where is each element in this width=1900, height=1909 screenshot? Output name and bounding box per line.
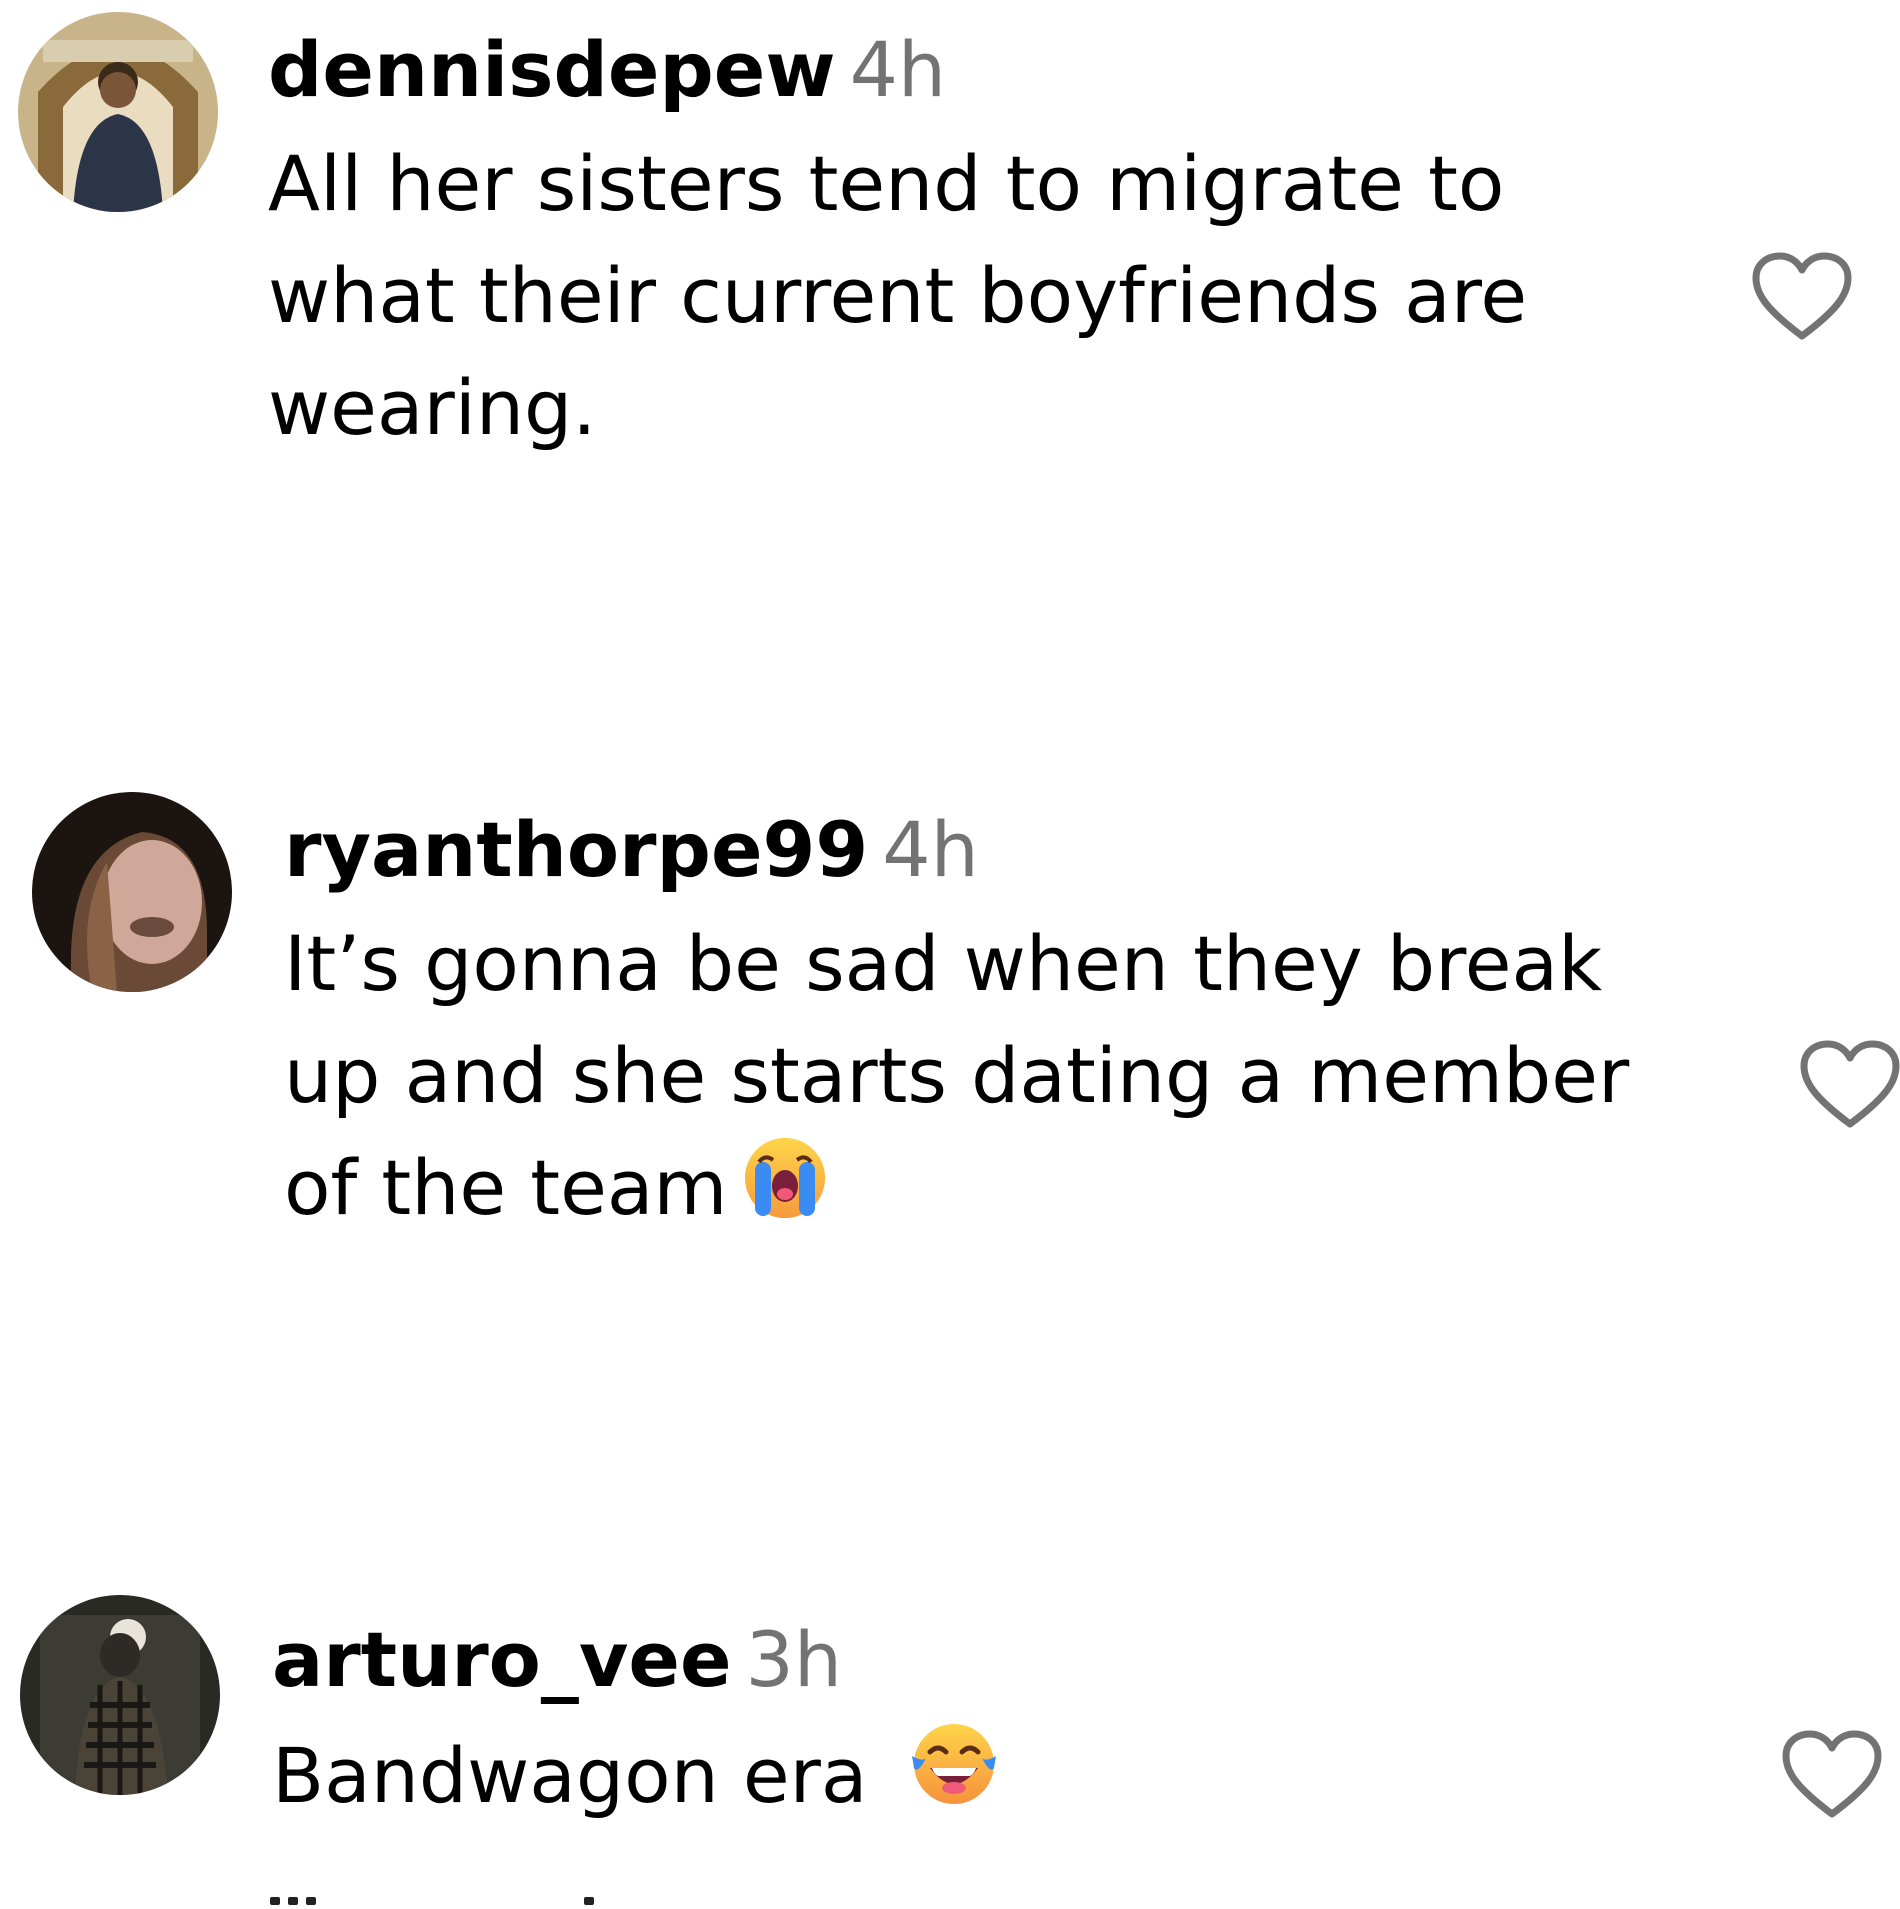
heart-outline-icon: [1752, 252, 1852, 340]
comment-header: dennisdepew 4h: [268, 20, 1527, 120]
avatar-image: [20, 1595, 220, 1795]
username-link[interactable]: ryanthorpe99: [284, 805, 868, 894]
heart-outline-icon: [1800, 1040, 1900, 1128]
comment-header: ryanthorpe99 4h: [284, 800, 1629, 900]
avatar-image: [32, 792, 232, 992]
comment-text-content: All her sisters tend to migrate to what …: [268, 139, 1528, 452]
timestamp[interactable]: 4h: [882, 805, 979, 894]
username-link[interactable]: dennisdepew: [268, 25, 836, 114]
timestamp[interactable]: 4h: [850, 25, 947, 114]
comment-body: dennisdepew 4h All her sisters tend to mi…: [268, 20, 1527, 464]
avatar[interactable]: [18, 12, 218, 212]
heart-outline-icon: [1782, 1730, 1882, 1818]
like-button[interactable]: [1782, 1730, 1882, 1820]
avatar[interactable]: [32, 792, 232, 992]
next-comment-peek: [270, 1890, 870, 1905]
comment-text: All her sisters tend to migrate to what …: [268, 128, 1527, 464]
like-button[interactable]: [1800, 1040, 1900, 1130]
face-with-tears-of-joy-icon: [908, 1718, 1000, 1840]
comment-text-content: It’s gonna be sad when they break up and…: [284, 919, 1630, 1232]
username-link[interactable]: arturo_vee: [272, 1615, 732, 1704]
comment-body: arturo_vee 3h Bandwagon era: [272, 1610, 1000, 1840]
comment-text: Bandwagon era: [272, 1718, 1000, 1840]
comment-text: It’s gonna be sad when they break up and…: [284, 908, 1629, 1252]
loudly-crying-face-icon: [741, 1134, 829, 1252]
like-button[interactable]: [1752, 252, 1852, 342]
comment-header: arturo_vee 3h: [272, 1610, 1000, 1710]
avatar-image: [18, 12, 218, 212]
comment-text-content: Bandwagon era: [272, 1731, 868, 1820]
avatar[interactable]: [20, 1595, 220, 1795]
comment-body: ryanthorpe99 4h It’s gonna be sad when th…: [284, 800, 1629, 1252]
timestamp[interactable]: 3h: [746, 1615, 843, 1704]
